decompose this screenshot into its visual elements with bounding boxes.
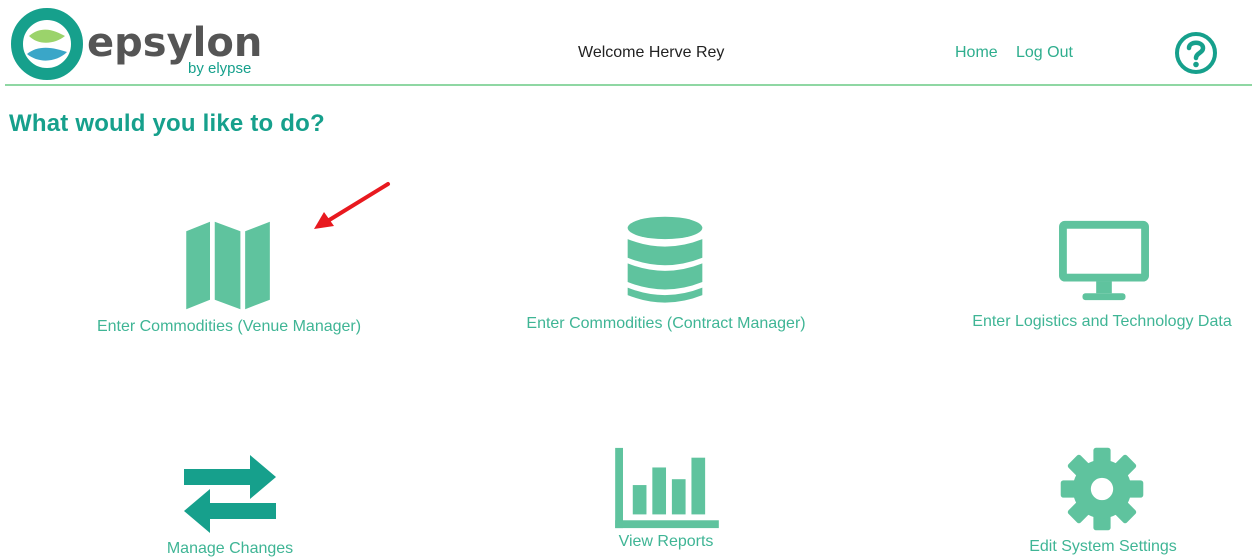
logo-mark-icon [11,8,83,80]
annotation-arrow-icon [314,182,390,229]
welcome-text: Welcome Herve Rey [578,44,725,61]
header: epsylon by elypse Welcome Herve Rey Home… [0,0,1252,86]
tile-label: Edit System Settings [1029,538,1177,555]
bar-chart-icon [615,447,719,529]
monitor-icon [1059,220,1149,301]
map-icon [186,221,270,310]
tile-label: Enter Commodities (Venue Manager) [96,318,362,335]
tile-logistics-technology[interactable]: Enter Logistics and Technology Data [960,205,1245,340]
tile-label: Enter Commodities (Contract Manager) [526,315,806,332]
tile-system-settings[interactable]: Edit System Settings [1010,442,1196,558]
tile-manage-changes[interactable]: Manage Changes [130,445,330,558]
epsylon-logo[interactable]: epsylon by elypse [9,6,267,82]
database-icon [627,216,703,303]
home-link[interactable]: Home [955,44,998,62]
question-circle-icon[interactable] [1173,30,1219,76]
tile-label: Enter Logistics and Technology Data [972,313,1232,330]
tile-contract-manager[interactable]: Enter Commodities (Contract Manager) [510,200,822,340]
gear-icon [1060,447,1144,531]
tile-label: Manage Changes [166,540,294,557]
exchange-arrows-icon [184,455,276,533]
tile-view-reports[interactable]: View Reports [580,440,752,555]
logout-link[interactable]: Log Out [1016,44,1073,62]
page-title: What would you like to do? [9,110,325,137]
header-divider [5,84,1252,86]
logo-tagline: by elypse [188,60,251,77]
tile-label: View Reports [618,533,714,550]
